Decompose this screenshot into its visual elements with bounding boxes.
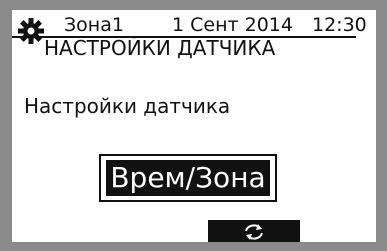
time-label: 12:30 xyxy=(312,14,367,36)
setting-value: Врем/Зона xyxy=(106,160,270,196)
cycle-arrows-icon xyxy=(245,224,263,240)
gear-icon xyxy=(18,18,44,44)
setting-label: Настройки датчика xyxy=(24,94,231,118)
date-label: 1 Сент 2014 xyxy=(172,14,293,36)
setting-value-selector[interactable]: Врем/Зона xyxy=(99,154,277,202)
zone-label: Зона1 xyxy=(64,14,124,36)
function-button-change[interactable] xyxy=(208,220,300,242)
lcd-screen: Зона1 1 Сент 2014 12:30 НАСТРОЙКИ ДАТЧИК… xyxy=(12,10,376,242)
page-title: НАСТРОЙКИ ДАТЧИКА xyxy=(44,36,276,60)
status-bar: Зона1 1 Сент 2014 12:30 xyxy=(12,14,376,38)
